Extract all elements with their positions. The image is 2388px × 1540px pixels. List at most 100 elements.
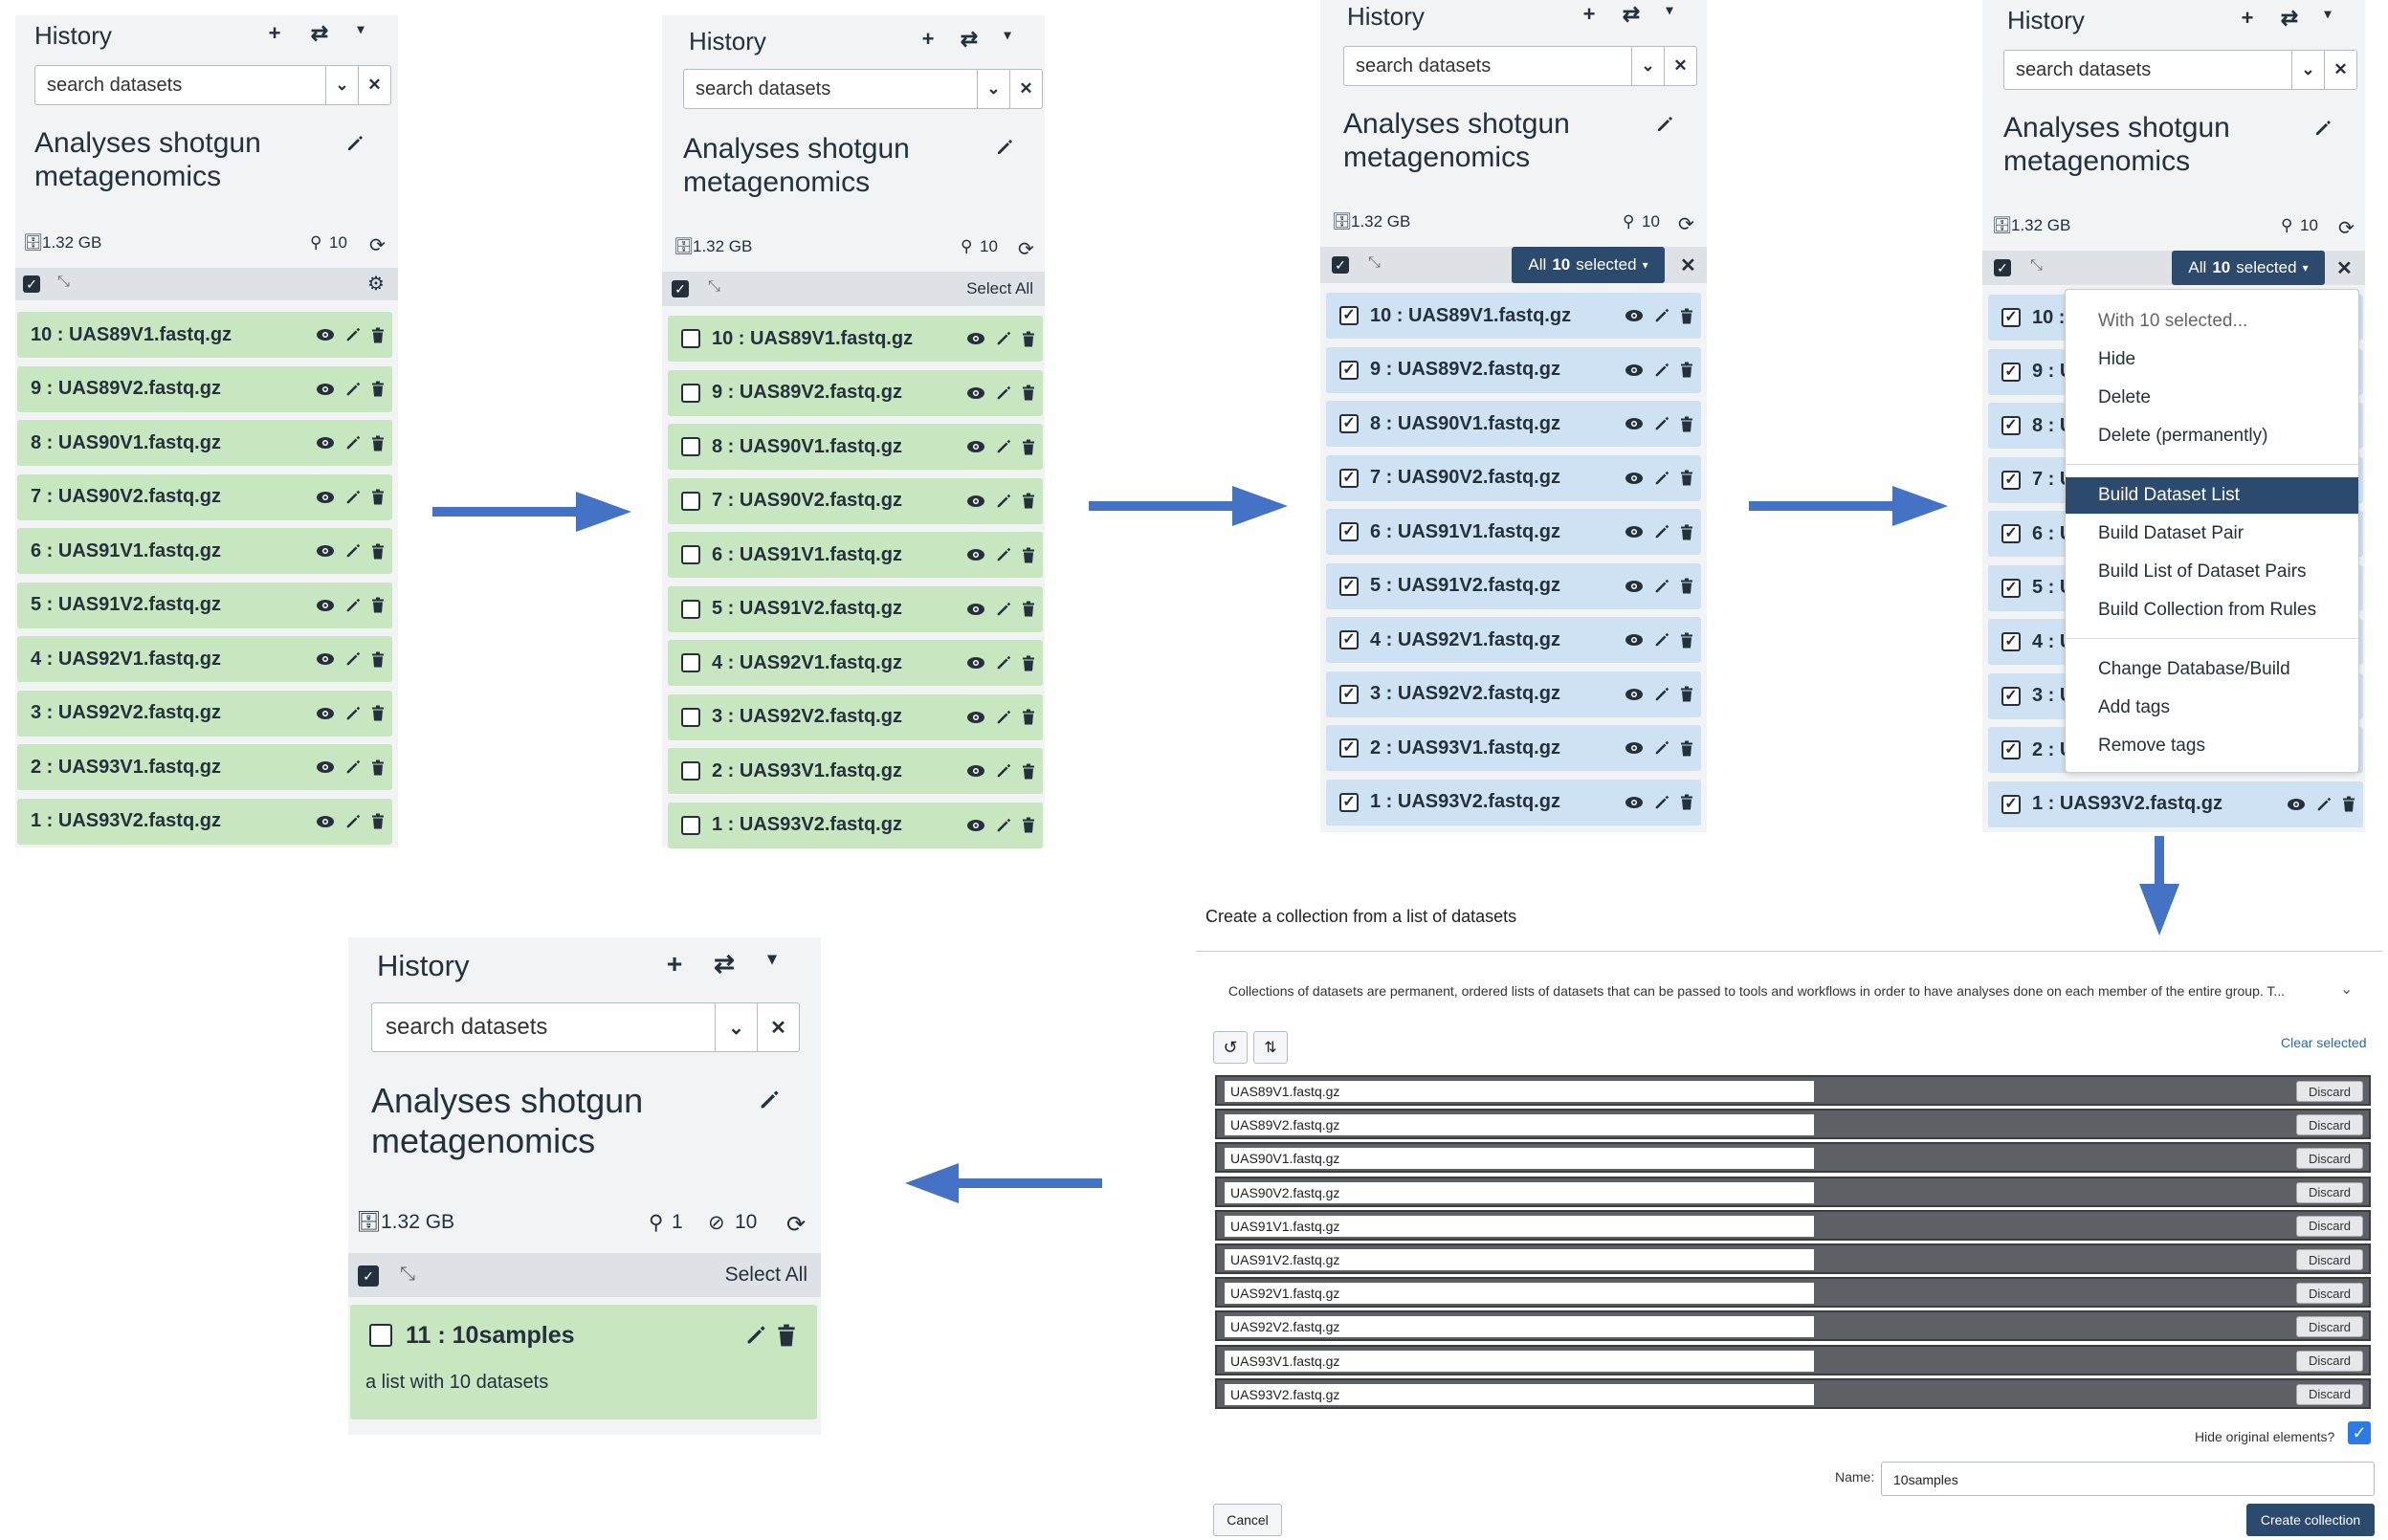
discard-button[interactable]: Discard xyxy=(2296,1383,2363,1405)
dataset-checkbox[interactable]: ✓ xyxy=(2001,470,2021,490)
menu-item-hide[interactable]: Hide xyxy=(2066,341,2358,378)
dataset-item[interactable]: ✓ 3 : UAS92V2.fastq.gz xyxy=(1326,671,1701,717)
search-input[interactable]: search datasets ⌄ ✕ xyxy=(1343,46,1697,86)
trash-icon[interactable] xyxy=(1680,416,1693,432)
map-marker-icon[interactable]: ⚲ xyxy=(2281,216,2292,235)
trash-icon[interactable] xyxy=(371,705,385,721)
discard-button[interactable]: Discard xyxy=(2296,1283,2363,1305)
eye-icon[interactable] xyxy=(1625,633,1644,647)
dataset-item[interactable]: 9 : UAS89V2.fastq.gz xyxy=(668,369,1043,416)
eye-icon[interactable] xyxy=(966,819,985,832)
dataset-checkbox[interactable]: ✓ xyxy=(2001,632,2021,651)
plus-icon[interactable]: + xyxy=(2233,6,2262,31)
pencil-icon[interactable] xyxy=(995,330,1012,347)
collection-element-row[interactable]: UAS91V1.fastq.gz Discard xyxy=(1215,1209,2371,1241)
dataset-item[interactable]: ✓ 7 : UAS90V2.fastq.gz xyxy=(1326,454,1701,501)
trash-icon[interactable] xyxy=(371,759,385,776)
dataset-checkbox[interactable] xyxy=(681,437,700,456)
trash-icon[interactable] xyxy=(1680,740,1693,757)
dataset-item[interactable]: 2 : UAS93V1.fastq.gz xyxy=(17,744,392,790)
trash-icon[interactable] xyxy=(1680,632,1693,649)
menu-item-build-dataset-list[interactable]: Build Dataset List xyxy=(2066,477,2358,514)
select-mode-icon[interactable]: ✓ xyxy=(358,1265,379,1287)
dataset-item[interactable]: 6 : UAS91V1.fastq.gz xyxy=(668,532,1043,578)
sort-button[interactable]: ⇅ xyxy=(1253,1031,1288,1064)
dataset-checkbox[interactable] xyxy=(681,545,700,564)
trash-icon[interactable] xyxy=(1022,439,1035,455)
switch-history-icon[interactable]: ⇄ xyxy=(1617,2,1646,27)
plus-icon[interactable]: + xyxy=(1575,2,1603,27)
search-input[interactable]: search datasets ⌄ ✕ xyxy=(2003,50,2357,90)
trash-icon[interactable] xyxy=(371,597,385,613)
dataset-checkbox[interactable] xyxy=(681,761,700,781)
element-name-input[interactable]: UAS90V1.fastq.gz xyxy=(1225,1148,1814,1170)
clear-selection-icon[interactable]: ✕ xyxy=(2336,256,2353,280)
dataset-checkbox[interactable]: ✓ xyxy=(1339,414,1359,433)
dataset-item[interactable]: 3 : UAS92V2.fastq.gz xyxy=(668,693,1043,740)
collection-element-row[interactable]: UAS93V2.fastq.gz Discard xyxy=(1215,1377,2371,1409)
pencil-icon[interactable] xyxy=(344,542,362,560)
dataset-checkbox[interactable]: ✓ xyxy=(1339,522,1359,541)
dataset-item[interactable]: 4 : UAS92V1.fastq.gz xyxy=(668,640,1043,686)
pencil-icon[interactable] xyxy=(1653,578,1670,595)
collapse-icon[interactable]: ⤡ xyxy=(400,1264,415,1286)
selection-dropdown-button[interactable]: All 10 selected ▾ xyxy=(1512,247,1665,283)
trash-icon[interactable] xyxy=(1022,763,1035,780)
eye-icon[interactable] xyxy=(966,711,985,724)
collection-element-row[interactable]: UAS90V1.fastq.gz Discard xyxy=(1215,1142,2371,1174)
pencil-icon[interactable] xyxy=(1653,415,1670,432)
dataset-item[interactable]: ✓ 2 : UAS93V1.fastq.gz xyxy=(1326,725,1701,771)
pencil-icon[interactable] xyxy=(344,489,362,506)
dataset-checkbox[interactable]: ✓ xyxy=(2001,740,2021,759)
pencil-icon[interactable] xyxy=(344,597,362,614)
pencil-icon[interactable] xyxy=(995,546,1012,563)
trash-icon[interactable] xyxy=(1022,601,1035,617)
eye-icon[interactable] xyxy=(316,436,335,450)
dataset-checkbox[interactable] xyxy=(681,383,700,403)
menu-item-change-dbkey[interactable]: Change Database/Build xyxy=(2066,651,2358,688)
switch-history-icon[interactable]: ⇄ xyxy=(305,21,334,46)
trash-icon[interactable] xyxy=(1022,493,1035,509)
select-mode-icon[interactable]: ✓ xyxy=(1332,256,1349,274)
plus-icon[interactable]: + xyxy=(260,21,289,46)
dataset-item[interactable]: 10 : UAS89V1.fastq.gz xyxy=(17,312,392,358)
search-input[interactable]: search datasets ⌄ ✕ xyxy=(371,1002,800,1052)
dataset-item[interactable]: 5 : UAS91V2.fastq.gz xyxy=(17,582,392,628)
advanced-search-icon[interactable]: ⌄ xyxy=(1631,47,1664,85)
edit-history-icon[interactable] xyxy=(995,138,1014,157)
pencil-icon[interactable] xyxy=(995,601,1012,618)
trash-icon[interactable] xyxy=(371,489,385,505)
collection-element-row[interactable]: UAS93V1.fastq.gz Discard xyxy=(1215,1344,2371,1375)
eye-icon[interactable] xyxy=(966,386,985,400)
dataset-item[interactable]: 5 : UAS91V2.fastq.gz xyxy=(668,585,1043,632)
hidden-eye-icon[interactable]: ⊘ xyxy=(708,1211,725,1235)
cancel-button[interactable]: Cancel xyxy=(1213,1504,1282,1536)
map-marker-icon[interactable]: ⚲ xyxy=(1623,212,1634,231)
trash-icon[interactable] xyxy=(371,435,385,451)
dataset-checkbox[interactable]: ✓ xyxy=(2001,308,2021,327)
eye-icon[interactable] xyxy=(316,599,335,612)
map-marker-icon[interactable]: ⚲ xyxy=(310,233,321,253)
menu-item-delete-permanently[interactable]: Delete (permanently) xyxy=(2066,418,2358,454)
dataset-checkbox[interactable]: ✓ xyxy=(2001,578,2021,598)
clear-search-icon[interactable]: ✕ xyxy=(1009,70,1042,108)
eye-icon[interactable] xyxy=(1625,796,1644,809)
refresh-icon[interactable]: ⟳ xyxy=(1678,212,1694,236)
pencil-icon[interactable] xyxy=(1653,307,1670,324)
collapse-icon[interactable]: ⤡ xyxy=(708,278,720,296)
eye-icon[interactable] xyxy=(316,328,335,341)
eye-icon[interactable] xyxy=(966,603,985,616)
pencil-icon[interactable] xyxy=(344,326,362,343)
dataset-item[interactable]: ✓ 5 : UAS91V2.fastq.gz xyxy=(1326,562,1701,609)
menu-item-build-collection-rules[interactable]: Build Collection from Rules xyxy=(2066,592,2358,628)
menu-item-build-list-of-pairs[interactable]: Build List of Dataset Pairs xyxy=(2066,554,2358,590)
switch-history-icon[interactable]: ⇄ xyxy=(710,949,739,979)
pencil-icon[interactable] xyxy=(344,434,362,451)
dataset-checkbox[interactable] xyxy=(681,653,700,672)
map-marker-icon[interactable]: ⚲ xyxy=(961,237,972,256)
eye-icon[interactable] xyxy=(1625,309,1644,322)
trash-icon[interactable] xyxy=(1680,578,1693,594)
eye-icon[interactable] xyxy=(966,548,985,561)
collection-element-row[interactable]: UAS91V2.fastq.gz Discard xyxy=(1215,1243,2371,1274)
advanced-search-icon[interactable]: ⌄ xyxy=(715,1003,757,1051)
